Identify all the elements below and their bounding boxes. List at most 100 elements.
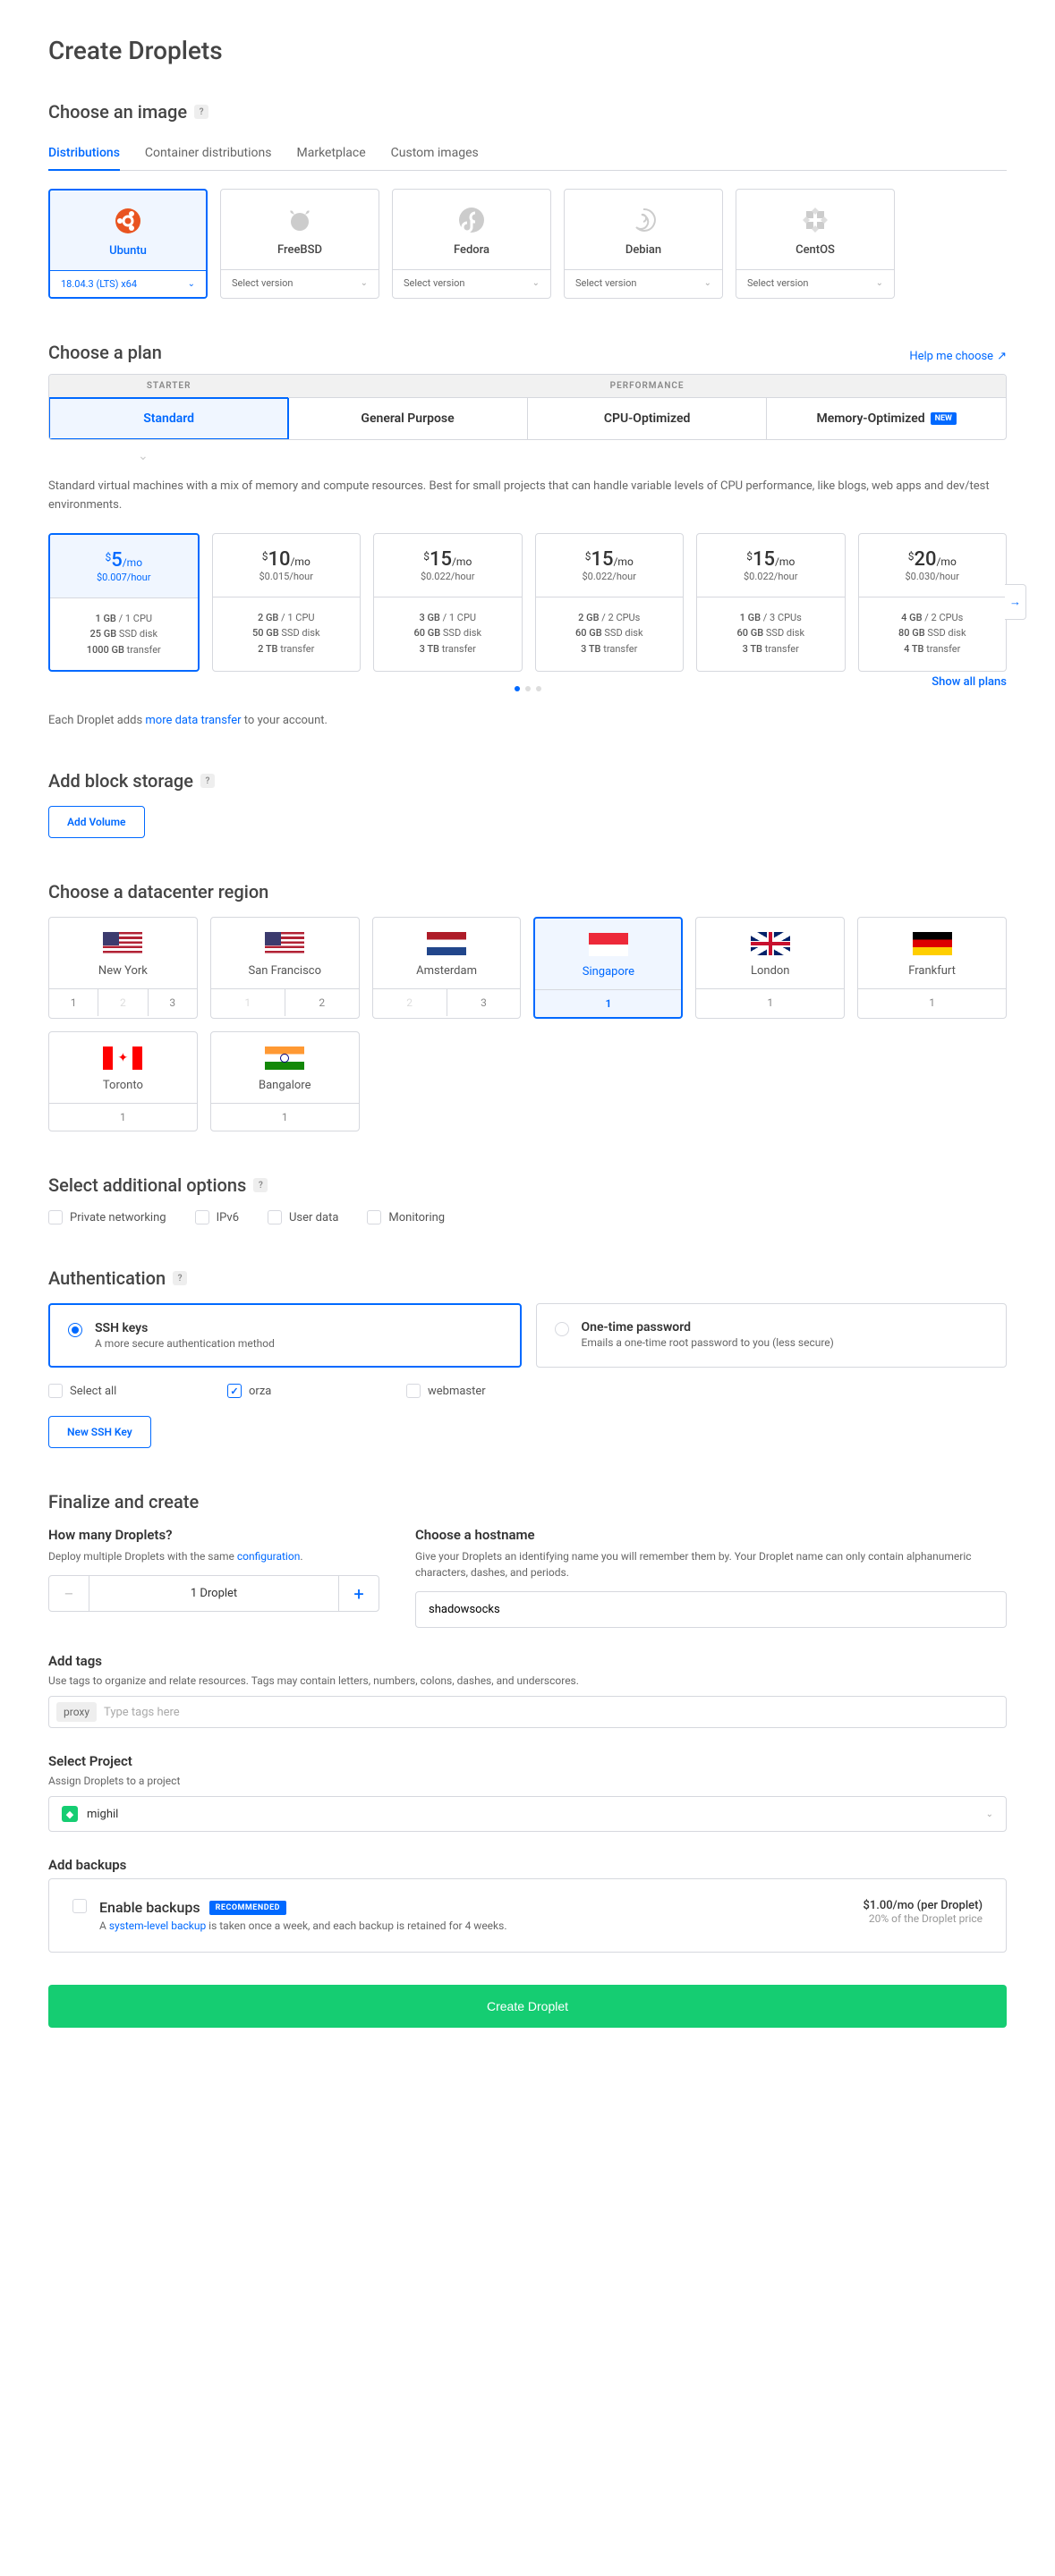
tab-custom-images[interactable]: Custom images xyxy=(391,137,479,171)
hostname-input[interactable] xyxy=(415,1591,1007,1628)
distro-card-debian[interactable]: Debian Select version⌄ xyxy=(564,189,723,299)
select-all-key[interactable]: Select all xyxy=(48,1384,227,1398)
distro-name: FreeBSD xyxy=(277,243,322,257)
help-icon[interactable]: ? xyxy=(173,1271,187,1285)
create-droplet-button[interactable]: Create Droplet xyxy=(48,1985,1007,2028)
backup-desc: A system-level backup is taken once a we… xyxy=(99,1919,507,1932)
finalize-section: Finalize and create How many Droplets? D… xyxy=(48,1491,1007,2028)
datacenter-region-num: 2 xyxy=(373,989,447,1016)
datacenter-bangalore[interactable]: Bangalore1 xyxy=(210,1031,360,1131)
tags-desc: Use tags to organize and relate resource… xyxy=(48,1674,1007,1687)
datacenter-region-num[interactable]: 1 xyxy=(858,989,1006,1016)
starter-header: STARTER xyxy=(49,375,288,398)
distro-name: Fedora xyxy=(454,243,489,257)
distro-version-select[interactable]: Select version⌄ xyxy=(393,269,550,296)
ssh-keys-row: Select all orza webmaster xyxy=(48,1384,1007,1398)
chevron-down-icon: ⌄ xyxy=(361,278,368,288)
plan-general[interactable]: General Purpose xyxy=(288,398,527,439)
datacenter-toronto[interactable]: Toronto 1 xyxy=(48,1031,198,1131)
enable-backups-checkbox[interactable] xyxy=(72,1899,87,1913)
flag-icon xyxy=(427,932,466,955)
price-card[interactable]: $15/mo$0.022/hour1 GB / 3 CPUs60 GB SSD … xyxy=(696,533,846,673)
datacenter-region-num[interactable]: 3 xyxy=(148,989,197,1016)
project-section: Select Project Assign Droplets to a proj… xyxy=(48,1753,1007,1832)
help-icon[interactable]: ? xyxy=(253,1178,268,1192)
external-link-icon: ↗ xyxy=(997,350,1007,363)
option-private-networking[interactable]: Private networking xyxy=(48,1210,166,1224)
choose-image-heading: Choose an image xyxy=(48,101,187,123)
datacenter-region-num[interactable]: 1 xyxy=(535,990,681,1017)
configuration-link[interactable]: configuration xyxy=(237,1550,300,1563)
distro-version-select[interactable]: 18.04.3 (LTS) x64⌄ xyxy=(50,270,206,297)
distro-version-select[interactable]: Select version⌄ xyxy=(736,269,894,296)
plan-cpu[interactable]: CPU-Optimized xyxy=(527,398,767,439)
auth-one-time-password[interactable]: One-time password Emails a one-time root… xyxy=(536,1303,1008,1368)
new-ssh-key-button[interactable]: New SSH Key xyxy=(48,1416,151,1448)
datacenter-san-francisco[interactable]: San Francisco12 xyxy=(210,917,360,1019)
tab-container-distros[interactable]: Container distributions xyxy=(145,137,272,171)
help-icon[interactable]: ? xyxy=(194,105,208,119)
distro-version-select[interactable]: Select version⌄ xyxy=(565,269,722,296)
datacenter-name: Frankfurt xyxy=(865,964,999,978)
datacenter-london[interactable]: London1 xyxy=(695,917,845,1019)
price-card[interactable]: $20/mo$0.030/hour4 GB / 2 CPUs80 GB SSD … xyxy=(858,533,1008,673)
datacenter-region-num[interactable]: 1 xyxy=(211,1104,359,1131)
distro-version-select[interactable]: Select version⌄ xyxy=(221,269,379,296)
datacenter-region-num[interactable]: 1 xyxy=(49,1104,197,1131)
backups-section: Add backups Enable backups RECOMMENDED A… xyxy=(48,1857,1007,1953)
radio xyxy=(68,1323,82,1337)
checkbox xyxy=(48,1384,63,1398)
dot[interactable] xyxy=(536,686,541,691)
price-next-button[interactable]: → xyxy=(1005,584,1026,620)
datacenter-region-num[interactable]: 3 xyxy=(447,989,521,1016)
plan-standard[interactable]: Standard xyxy=(48,397,289,440)
debian-icon xyxy=(629,206,658,234)
plan-memory[interactable]: Memory-Optimized NEW xyxy=(766,398,1006,439)
centos-icon xyxy=(801,206,830,234)
ssh-key-webmaster[interactable]: webmaster xyxy=(406,1384,585,1398)
option-user-data[interactable]: User data xyxy=(268,1210,338,1224)
distro-card-fedora[interactable]: Fedora Select version⌄ xyxy=(392,189,551,299)
datacenter-region-num[interactable]: 1 xyxy=(49,989,98,1016)
options-row: Private networking IPv6 User data Monitorin… xyxy=(48,1210,1007,1224)
price-card[interactable]: $5/mo$0.007/hour1 GB / 1 CPU25 GB SSD di… xyxy=(48,533,200,673)
project-select[interactable]: ◆ mighil ⌄ xyxy=(48,1796,1007,1832)
price-card[interactable]: $15/mo$0.022/hour2 GB / 2 CPUs60 GB SSD … xyxy=(535,533,685,673)
increment-button[interactable]: + xyxy=(339,1576,379,1611)
distro-card-freebsd[interactable]: FreeBSD Select version⌄ xyxy=(220,189,379,299)
tags-input[interactable]: proxy Type tags here xyxy=(48,1696,1007,1728)
tab-marketplace[interactable]: Marketplace xyxy=(296,137,365,171)
price-row: $5/mo$0.007/hour1 GB / 1 CPU25 GB SSD di… xyxy=(48,533,1007,673)
datacenter-region-num[interactable]: 2 xyxy=(285,989,359,1016)
price-card[interactable]: $10/mo$0.015/hour2 GB / 1 CPU50 GB SSD d… xyxy=(212,533,362,673)
price-card[interactable]: $15/mo$0.022/hour3 GB / 1 CPU60 GB SSD d… xyxy=(373,533,523,673)
help-icon[interactable]: ? xyxy=(200,774,215,788)
datacenter-new-york[interactable]: New York123 xyxy=(48,917,198,1019)
performance-header: PERFORMANCE xyxy=(288,375,1006,398)
droplet-count-stepper: − 1 Droplet + xyxy=(48,1575,379,1612)
datacenter-singapore[interactable]: Singapore1 xyxy=(533,917,683,1019)
dot[interactable] xyxy=(525,686,531,691)
ssh-key-orza[interactable]: orza xyxy=(227,1384,406,1398)
auth-ssh-keys[interactable]: SSH keys A more secure authentication me… xyxy=(48,1303,522,1368)
datacenter-amsterdam[interactable]: Amsterdam23 xyxy=(372,917,522,1019)
dot[interactable] xyxy=(515,686,520,691)
project-desc: Assign Droplets to a project xyxy=(48,1775,1007,1787)
distro-card-ubuntu[interactable]: Ubuntu18.04.3 (LTS) x64⌄ xyxy=(48,189,208,299)
system-level-backup-link[interactable]: system-level backup xyxy=(109,1919,206,1932)
datacenter-frankfurt[interactable]: Frankfurt 1 xyxy=(857,917,1007,1019)
decrement-button[interactable]: − xyxy=(49,1576,89,1611)
datacenter-region-num[interactable]: 1 xyxy=(696,989,844,1016)
option-monitoring[interactable]: Monitoring xyxy=(367,1210,445,1224)
distro-card-centos[interactable]: CentOSSelect version⌄ xyxy=(736,189,895,299)
more-data-transfer-link[interactable]: more data transfer xyxy=(145,714,241,727)
distro-name: Debian xyxy=(625,243,661,257)
option-ipv6[interactable]: IPv6 xyxy=(195,1210,239,1224)
chevron-down-icon: ⌄ xyxy=(532,278,540,288)
tab-distributions[interactable]: Distributions xyxy=(48,137,120,171)
show-all-plans-link[interactable]: Show all plans xyxy=(932,675,1007,689)
datacenter-name: Toronto xyxy=(56,1079,190,1092)
tag-chip[interactable]: proxy xyxy=(56,1702,97,1722)
help-me-choose-link[interactable]: Help me choose ↗ xyxy=(909,350,1007,363)
add-volume-button[interactable]: Add Volume xyxy=(48,806,145,838)
